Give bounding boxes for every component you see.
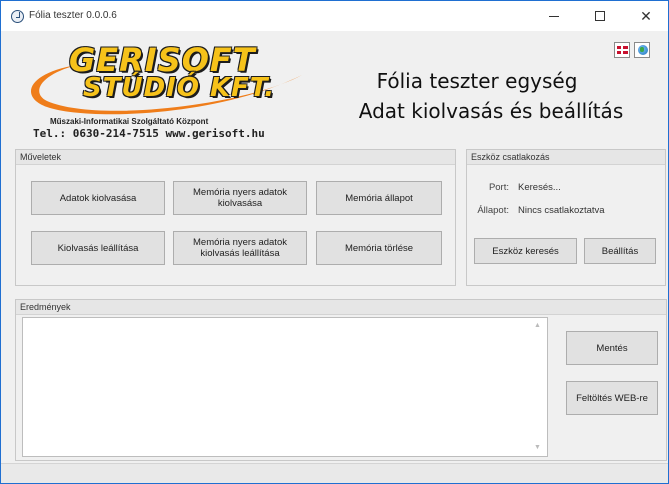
- device-group-title: Eszköz csatlakozás: [467, 150, 665, 165]
- device-connection-group: Eszköz csatlakozás: [466, 149, 666, 286]
- app-clock-icon: [11, 10, 24, 23]
- logo-text-studio: STÚDIÓ KFT.: [83, 73, 276, 103]
- device-settings-button[interactable]: Beállítás: [584, 238, 656, 264]
- main-window: Fólia teszter 0.0.0.6 ✕ GERISOFT STÚDIÓ …: [0, 0, 669, 484]
- device-search-button[interactable]: Eszköz keresés: [474, 238, 577, 264]
- minimize-icon: [549, 15, 559, 17]
- logo-subtitle: Műszaki-Informatikai Szolgáltató Központ: [50, 117, 209, 126]
- globe-icon: [638, 45, 648, 55]
- state-value: Nincs csatlakoztatva: [518, 205, 605, 216]
- maximize-button[interactable]: [577, 1, 623, 31]
- company-logo: GERISOFT STÚDIÓ KFT. Műszaki-Informatika…: [17, 39, 317, 147]
- read-data-button[interactable]: Adatok kiolvasása: [31, 181, 165, 215]
- port-label: Port:: [488, 182, 509, 193]
- language-globe-button[interactable]: [634, 42, 650, 58]
- hungarian-flag-icon: [617, 46, 628, 54]
- close-button[interactable]: ✕: [623, 1, 669, 31]
- language-hungarian-button[interactable]: [614, 42, 630, 58]
- maximize-icon: [595, 11, 605, 21]
- save-button[interactable]: Mentés: [566, 331, 658, 365]
- status-bar: [1, 463, 668, 483]
- upload-web-button[interactable]: Feltöltés WEB-re: [566, 381, 658, 415]
- scroll-down-icon[interactable]: ▼: [534, 444, 541, 451]
- page-subtitle: Adat kiolvasás és beállítás: [358, 99, 624, 123]
- results-textarea[interactable]: [22, 317, 548, 457]
- stop-raw-memory-reading-button[interactable]: Memória nyers adatok kiolvasás leállítás…: [173, 231, 307, 265]
- operations-group: Műveletek: [15, 149, 456, 286]
- operations-group-title: Műveletek: [16, 150, 455, 165]
- page-title: Fólia teszter egység: [376, 69, 578, 93]
- port-value: Keresés...: [518, 182, 561, 193]
- close-icon: ✕: [640, 7, 652, 24]
- results-group-title: Eredmények: [16, 300, 666, 315]
- clear-memory-button[interactable]: Memória törlése: [316, 231, 442, 265]
- title-bar[interactable]: Fólia teszter 0.0.0.6 ✕: [1, 1, 668, 31]
- window-title: Fólia teszter 0.0.0.6: [29, 10, 117, 21]
- scroll-up-icon[interactable]: ▲: [534, 322, 541, 329]
- memory-status-button[interactable]: Memória állapot: [316, 181, 442, 215]
- state-label: Állapot:: [477, 205, 509, 216]
- stop-reading-button[interactable]: Kiolvasás leállítása: [31, 231, 165, 265]
- read-raw-memory-button[interactable]: Memória nyers adatok kiolvasása: [173, 181, 307, 215]
- minimize-button[interactable]: [531, 1, 577, 31]
- logo-contact: Tel.: 0630-214-7515 www.gerisoft.hu: [33, 127, 265, 140]
